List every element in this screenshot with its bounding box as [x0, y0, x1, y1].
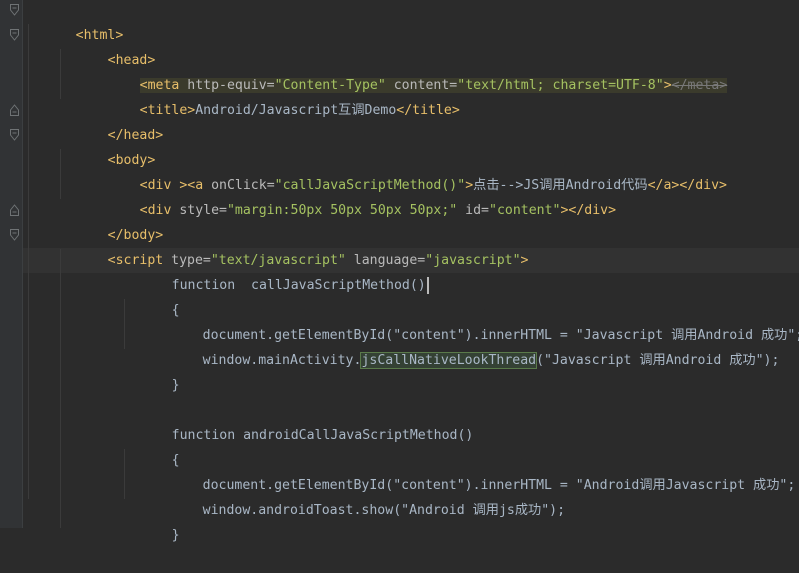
close-brace: } [171, 378, 180, 393]
attr-value: "margin:50px 50px 50px 50px;" [226, 203, 458, 218]
tag-bracket: > [520, 253, 529, 268]
fold-close-icon[interactable] [10, 104, 19, 116]
code-line: <div ><a onClick="callJavaScriptMethod()… [92, 148, 727, 193]
js-statement-suffix: ("Javascript 调用Android 成功"); [536, 353, 780, 368]
code-line: document.getElementById("content").inner… [155, 448, 796, 493]
code-editor[interactable]: <html> <head> <meta http-equiv="Content-… [0, 0, 799, 543]
code-line: <head> [60, 23, 156, 68]
attr-name: style= [171, 203, 227, 218]
title-text: Android/Javascript互调Demo [195, 103, 397, 118]
div-close-tag: </div> [679, 178, 727, 193]
code-line: <div style="margin:50px 50px 50px 50px;"… [92, 173, 616, 218]
meta-close-tag: </meta> [671, 78, 728, 93]
div-close-tag: </div> [568, 203, 617, 218]
code-line: <html> [28, 0, 124, 43]
code-line: <body> [60, 123, 156, 168]
code-line: { [124, 423, 180, 468]
attr-value: "text/html; charset=UTF-8" [457, 78, 664, 93]
function-declaration: function callJavaScriptMethod() [171, 278, 426, 293]
code-line: </body> [60, 198, 164, 243]
code-line: { [124, 273, 180, 318]
indent-guide [28, 24, 29, 499]
close-brace: } [171, 528, 180, 543]
attr-name: id= [457, 203, 489, 218]
code-line: <meta http-equiv="Content-Type" content=… [92, 48, 728, 93]
fold-open-icon[interactable] [10, 4, 19, 16]
code-line: } [124, 498, 180, 543]
js-statement-prefix: window.mainActivity. [202, 353, 362, 368]
text-caret [426, 276, 429, 294]
code-line: function callJavaScriptMethod() [124, 248, 429, 294]
code-line: <script type="text/javascript" language=… [60, 223, 529, 268]
highlighted-identifier[interactable]: jsCallNativeLookThread [360, 352, 538, 369]
tag-bracket: > [663, 78, 672, 93]
code-line: </head> [60, 98, 164, 143]
code-line: window.androidToast.show("Android 调用js成功… [155, 473, 565, 518]
fold-open-icon[interactable] [10, 229, 19, 241]
function-declaration: function androidCallJavaScriptMethod() [171, 428, 474, 443]
attr-value: "javascript" [425, 253, 521, 268]
editor-gutter [0, 0, 22, 528]
attr-value: "content" [489, 203, 561, 218]
a-close-tag: </a> [647, 178, 680, 193]
code-line: } [124, 348, 180, 393]
fold-open-icon[interactable] [10, 129, 19, 141]
fold-close-icon[interactable] [10, 204, 19, 216]
js-statement: window.androidToast.show("Android 调用js成功… [202, 503, 566, 518]
code-line: function androidCallJavaScriptMethod() [124, 398, 474, 443]
fold-open-icon[interactable] [10, 29, 19, 41]
title-close-tag: </title> [396, 103, 460, 118]
code-line: <title>Android/Javascript互调Demo</title> [92, 73, 460, 118]
code-line: window.mainActivity.jsCallNativeLookThre… [155, 323, 779, 369]
code-line: document.getElementById("content").inner… [155, 298, 799, 343]
